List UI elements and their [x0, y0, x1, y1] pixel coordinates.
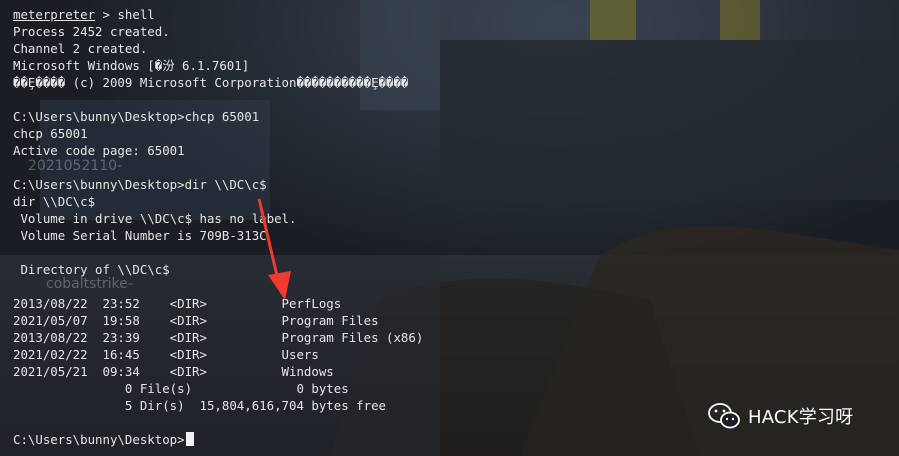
red-arrow-annotation	[257, 198, 291, 300]
wechat-icon	[708, 403, 740, 429]
watermark-text: HACK学习呀	[748, 407, 854, 428]
terminal-window: 2021052110- cobaltstrike- meterpreter > …	[0, 0, 899, 456]
watermark: HACK学习呀	[708, 402, 853, 430]
